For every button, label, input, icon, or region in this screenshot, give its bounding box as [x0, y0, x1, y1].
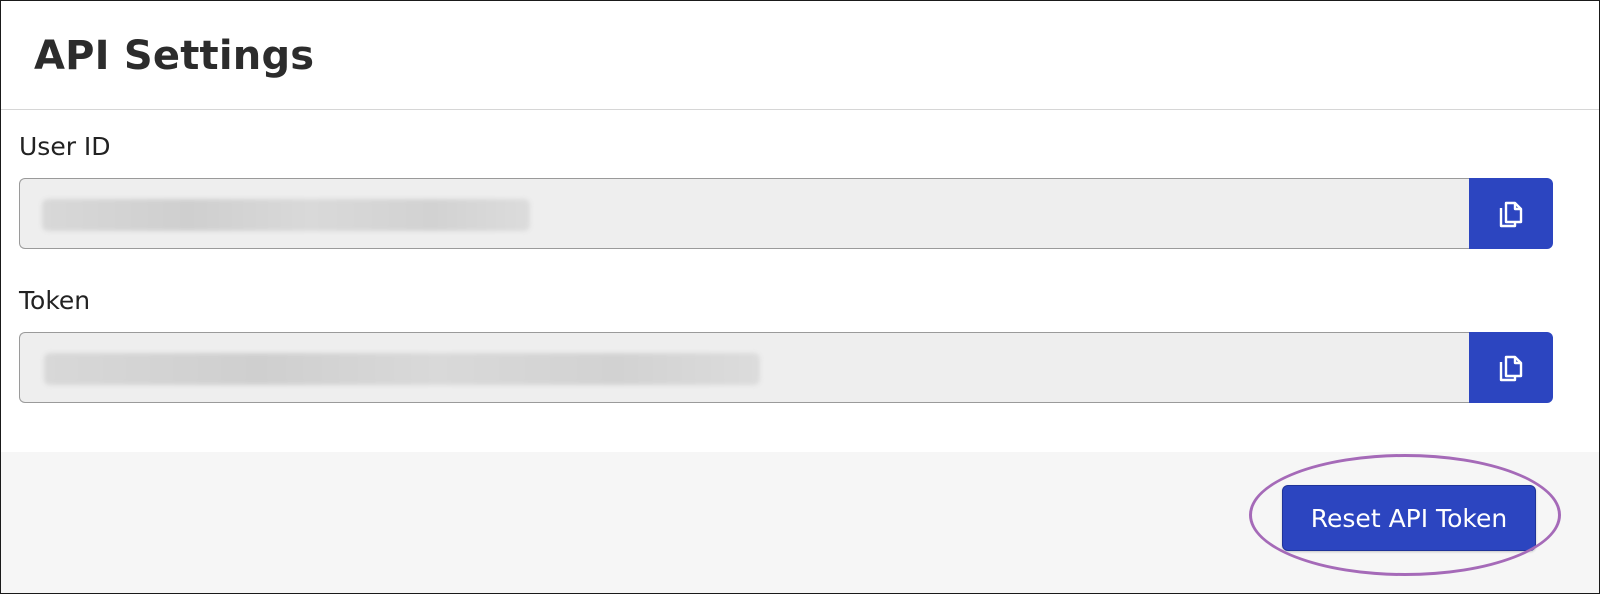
- copy-icon: [1499, 355, 1523, 381]
- copy-user-id-button[interactable]: [1469, 178, 1553, 249]
- user-id-redacted-value: [42, 199, 530, 231]
- reset-api-token-button[interactable]: Reset API Token: [1282, 485, 1536, 551]
- token-redacted-value: [44, 353, 760, 385]
- user-id-field[interactable]: [19, 178, 1469, 249]
- user-id-label: User ID: [19, 132, 111, 161]
- panel-footer: Reset API Token: [1, 452, 1599, 593]
- token-field[interactable]: [19, 332, 1469, 403]
- panel-header: API Settings: [1, 1, 1599, 110]
- token-label: Token: [19, 286, 91, 315]
- copy-icon: [1499, 201, 1523, 227]
- user-id-field-group: [19, 178, 1553, 249]
- api-settings-panel: API Settings User ID Token Reset API Tok…: [0, 0, 1600, 594]
- copy-token-button[interactable]: [1469, 332, 1553, 403]
- token-field-group: [19, 332, 1553, 403]
- page-title: API Settings: [34, 33, 315, 79]
